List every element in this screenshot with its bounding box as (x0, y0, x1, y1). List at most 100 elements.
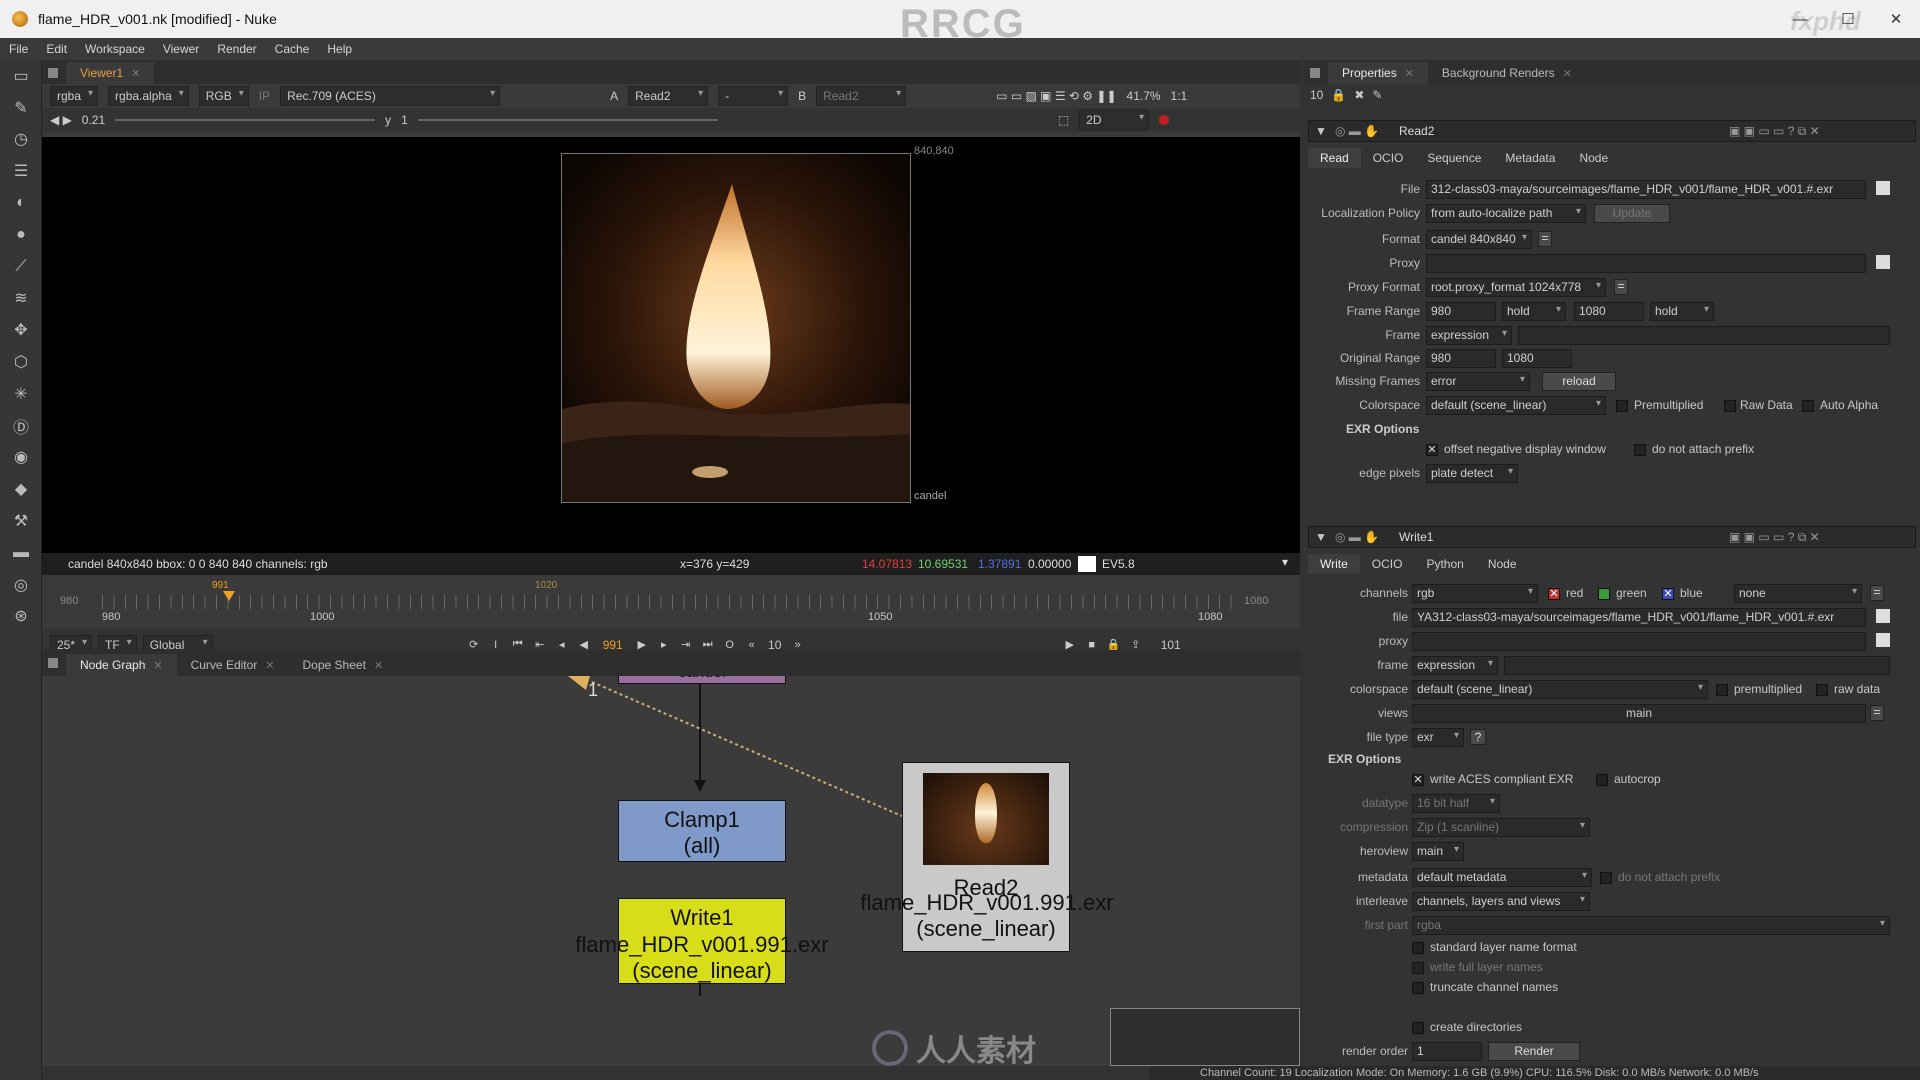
write-proxy-browse-icon[interactable] (1876, 633, 1890, 647)
aces-checkbox[interactable]: ✕ (1412, 774, 1424, 786)
tab-sequence[interactable]: Sequence (1415, 148, 1493, 168)
tab-viewer1[interactable]: Viewer1 ✕ (66, 62, 155, 84)
write-colorspace-dropdown[interactable]: default (scene_linear) (1412, 680, 1708, 699)
write-frame-dropdown[interactable]: expression (1412, 656, 1498, 675)
gain-slider[interactable] (115, 119, 376, 121)
record-indicator-icon[interactable] (1159, 115, 1170, 125)
frame-range-start[interactable]: 980 (1426, 302, 1496, 321)
clamp1-node[interactable]: Clamp1 (all) (618, 800, 786, 862)
channels-dropdown[interactable]: rgba (50, 86, 99, 106)
minimize-button[interactable]: — (1776, 0, 1824, 38)
merge-tools-icon[interactable]: ≋ (0, 283, 42, 315)
frame-expression-field[interactable] (1518, 326, 1890, 345)
write-channels-dropdown[interactable]: rgb (1412, 584, 1538, 603)
filter-tools-icon[interactable]: ● (0, 219, 42, 251)
autocrop-checkbox[interactable] (1596, 774, 1608, 786)
after-dropdown[interactable]: hold (1650, 302, 1714, 321)
views-tools-icon[interactable]: ◉ (0, 442, 42, 474)
viewer-canvas[interactable]: 840,840 candel (42, 137, 1300, 553)
view-mode-dropdown[interactable]: 2D (1079, 110, 1150, 130)
alpha-channel-dropdown[interactable]: none (1734, 584, 1862, 603)
missing-frames-dropdown[interactable]: error (1426, 372, 1530, 391)
tab-ocio[interactable]: OCIO (1360, 554, 1415, 574)
tab-metadata[interactable]: Metadata (1493, 148, 1567, 168)
reload-button[interactable]: reload (1542, 372, 1616, 391)
panel-window-icons[interactable]: ▣ ▣ ▭ ▭ ? ⧉ ✕ (1729, 530, 1820, 545)
tab-ocio[interactable]: OCIO (1361, 148, 1416, 168)
gain-arrow-icon[interactable]: ◀ ▶ (50, 113, 72, 127)
std-layer-checkbox[interactable] (1412, 942, 1424, 954)
write-prefix-checkbox[interactable] (1600, 872, 1612, 884)
info-menu-icon[interactable]: ▾ (1282, 555, 1288, 569)
menu-render[interactable]: Render (208, 42, 265, 56)
node-graph-canvas[interactable]: candel 1 Clamp1 (all) Write1 flame_HDR_v… (42, 676, 1300, 1066)
ofx-tools-icon[interactable]: ⊛ (0, 601, 42, 633)
original-range-end[interactable]: 1080 (1502, 349, 1572, 368)
furnace-tools-icon[interactable]: ◎ (0, 569, 42, 601)
close-tab-icon[interactable]: ✕ (265, 659, 274, 672)
timeline-range-end[interactable]: 1080 (1244, 595, 1268, 607)
compression-dropdown[interactable]: Zip (1 scanline) (1412, 818, 1590, 837)
tab-properties[interactable]: Properties ✕ (1328, 62, 1428, 84)
display-channel-dropdown[interactable]: RGB (198, 86, 249, 106)
metadata-tools-icon[interactable]: ◆ (0, 473, 42, 505)
heroview-dropdown[interactable]: main (1412, 842, 1464, 861)
frame-range-end[interactable]: 1080 (1574, 302, 1644, 321)
timeline-playhead[interactable] (223, 591, 235, 601)
menu-help[interactable]: Help (318, 42, 361, 56)
gain-value[interactable]: 0.21 (82, 113, 105, 127)
close-tab-icon[interactable]: ✕ (153, 659, 162, 672)
full-layer-checkbox[interactable] (1412, 962, 1424, 974)
update-button[interactable]: Update (1594, 204, 1670, 223)
read2-name-field[interactable]: Read2 (1399, 124, 1434, 138)
frame-mode-dropdown[interactable]: expression (1426, 326, 1512, 345)
composite-dropdown[interactable]: - (718, 86, 789, 106)
format-edit-button[interactable]: = (1538, 231, 1552, 247)
write-premultiplied-checkbox[interactable] (1716, 684, 1728, 696)
collapse-icon[interactable]: ▼ (1315, 530, 1327, 544)
file-type-dropdown[interactable]: exr (1412, 728, 1464, 747)
tab-node[interactable]: Node (1476, 554, 1529, 574)
menu-cache[interactable]: Cache (266, 42, 319, 56)
file-browse-icon[interactable] (1876, 181, 1890, 195)
raw-data-checkbox[interactable] (1724, 400, 1736, 412)
3d-tools-icon[interactable]: ⬡ (0, 346, 42, 378)
panel-menu-icon[interactable] (48, 658, 58, 668)
clear-panels-icon[interactable]: ✖ (1354, 88, 1364, 102)
write1-name-field[interactable]: Write1 (1399, 530, 1433, 544)
toolsets-icon[interactable]: ⚒ (0, 505, 42, 537)
close-tab-icon[interactable]: ✕ (131, 67, 140, 80)
interleave-dropdown[interactable]: channels, layers and views (1412, 892, 1590, 911)
collapse-icon[interactable]: ▼ (1315, 124, 1327, 138)
close-tab-icon[interactable]: ✕ (1405, 67, 1414, 80)
panel-menu-icon[interactable] (1310, 68, 1320, 78)
zoom-value[interactable]: 41.7% (1127, 89, 1161, 103)
localization-dropdown[interactable]: from auto-localize path (1426, 204, 1586, 223)
proxy-format-edit-button[interactable]: = (1614, 279, 1628, 295)
roi-icon[interactable]: ⬚ (1058, 113, 1069, 127)
candel-node[interactable]: candel (618, 676, 786, 684)
timeline[interactable]: 980 1020 991 980 1000 1050 1080 1080 (42, 575, 1300, 629)
read-prefix-checkbox[interactable] (1634, 444, 1646, 456)
edge-pixels-dropdown[interactable]: plate detect (1426, 464, 1518, 483)
write-proxy-field[interactable] (1412, 632, 1866, 651)
particles-tools-icon[interactable]: ✳ (0, 378, 42, 410)
premultiplied-checkbox[interactable] (1616, 400, 1628, 412)
keyer-tools-icon[interactable]: ⟋ (0, 251, 42, 283)
gamma-slider[interactable] (417, 119, 718, 121)
create-dirs-checkbox[interactable] (1412, 1022, 1424, 1034)
transform-tools-icon[interactable]: ✥ (0, 314, 42, 346)
pick-icon[interactable]: ✎ (1372, 88, 1382, 102)
other-tools-icon[interactable]: ▬ (0, 537, 42, 569)
read-file-field[interactable]: 312-class03-maya/sourceimages/flame_HDR_… (1426, 180, 1866, 199)
close-tab-icon[interactable]: ✕ (374, 659, 383, 672)
panel-icons[interactable]: ◎ ▬ ✋ (1335, 124, 1379, 138)
panel-icons[interactable]: ◎ ▬ ✋ (1335, 530, 1379, 544)
b-input-dropdown[interactable]: Read2 (816, 86, 907, 106)
render-order-field[interactable]: 1 (1412, 1042, 1482, 1061)
write-file-browse-icon[interactable] (1876, 609, 1890, 623)
channels-edit-button[interactable]: = (1870, 585, 1884, 601)
timeline-ruler[interactable] (102, 595, 1242, 609)
timeline-range-start[interactable]: 980 (60, 595, 78, 607)
viewer-icon-strip[interactable]: ▭ ▭ ▨ ▣ ☰ ⟲ ⚙ ❚❚ (996, 89, 1116, 103)
